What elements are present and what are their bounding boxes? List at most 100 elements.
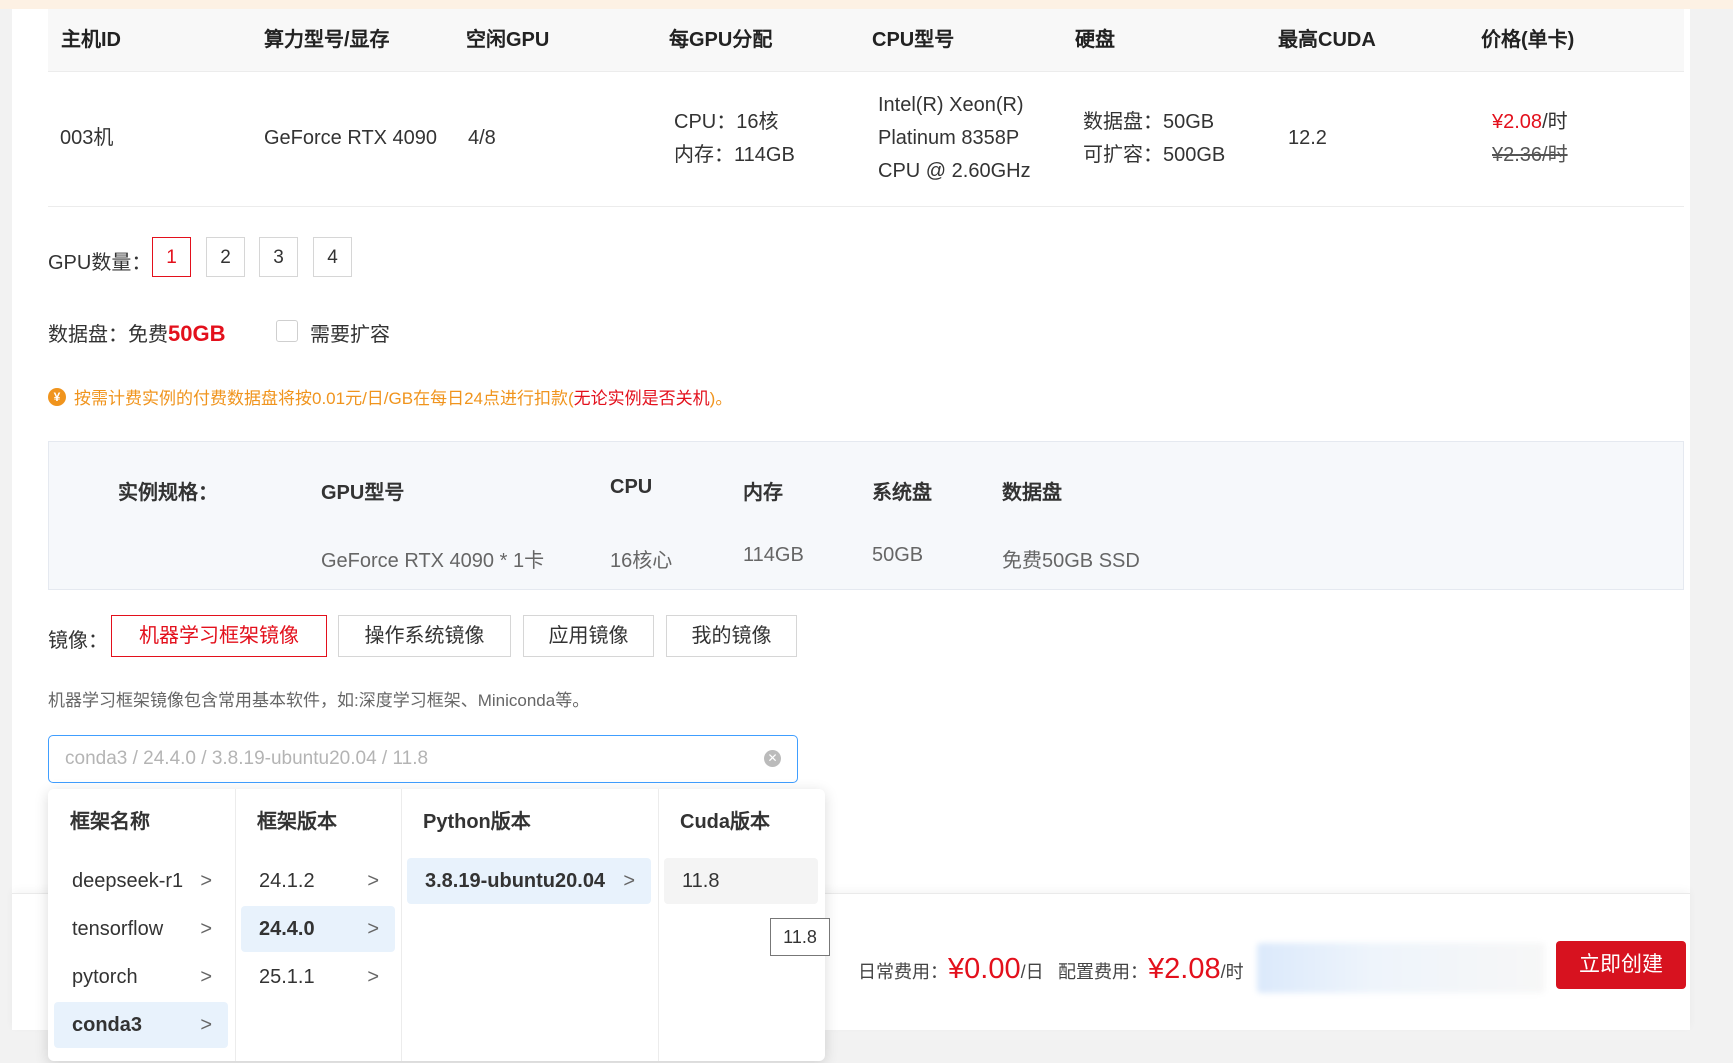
col-header-idle-gpu: 空闲GPU: [466, 29, 550, 51]
create-now-button[interactable]: 立即创建: [1556, 941, 1686, 989]
cpu-model-line1: Intel(R) Xeon(R): [878, 94, 1024, 116]
spec-header-gpu: GPU型号: [321, 482, 405, 504]
alloc-memory: 内存：114GB: [674, 144, 795, 166]
chevron-right-icon: >: [367, 918, 379, 940]
chevron-right-icon: >: [200, 870, 212, 892]
option-label: pytorch: [72, 966, 138, 988]
chevron-right-icon: >: [200, 1014, 212, 1036]
cascader-header-python: Python版本: [423, 811, 531, 833]
config-fee: 配置费用：¥2.08/时: [1058, 953, 1244, 986]
option-label: deepseek-r1: [72, 870, 184, 892]
gpu-count-label: GPU数量：: [48, 252, 152, 274]
config-fee-unit: /时: [1220, 962, 1244, 982]
gpu-count-option-3[interactable]: 3: [259, 237, 298, 277]
option-label: 24.1.2: [259, 870, 315, 892]
instance-spec-panel: 实例规格： GPU型号 CPU 内存 系统盘 数据盘 GeForce RTX 4…: [48, 441, 1684, 590]
expand-disk-label[interactable]: 需要扩容: [310, 318, 390, 347]
daily-fee-value: ¥0.00: [948, 953, 1021, 985]
spec-header-memory: 内存: [743, 482, 783, 504]
chevron-right-icon: >: [367, 870, 379, 892]
cascader-header-version: 框架版本: [257, 811, 337, 833]
spec-value-cpu: 16核心: [610, 550, 673, 572]
blurred-region: [1257, 943, 1545, 993]
price-value: ¥2.08: [1492, 111, 1543, 133]
cpu-model-line3: CPU @ 2.60GHz: [878, 160, 1031, 182]
data-disk-label: 数据盘：免费50GB: [48, 318, 225, 347]
clear-icon[interactable]: ✕: [764, 750, 781, 767]
cascader-option-24-1-2[interactable]: 24.1.2 >: [241, 858, 395, 904]
tab-app-image[interactable]: 应用镜像: [523, 615, 654, 657]
cascader-dropdown: 框架名称 deepseek-r1 > tensorflow > pytorch > c…: [48, 789, 825, 1061]
alloc-cpu: CPU：16核: [674, 111, 779, 133]
chevron-right-icon: >: [367, 966, 379, 988]
chevron-right-icon: >: [200, 966, 212, 988]
cascader-option-conda3[interactable]: conda3 >: [54, 1002, 228, 1048]
gpu-count-option-4[interactable]: 4: [313, 237, 352, 277]
max-cuda: 12.2: [1288, 127, 1327, 149]
cascader-column-framework: 框架名称 deepseek-r1 > tensorflow > pytorch > c…: [48, 789, 236, 1061]
disk-expandable: 可扩容：500GB: [1083, 144, 1226, 166]
image-hint: 机器学习框架镜像包含常用基本软件，如:深度学习框架、Miniconda等。: [48, 691, 590, 710]
cascader-option-24-4-0[interactable]: 24.4.0 >: [241, 906, 395, 952]
idle-gpu: 4/8: [468, 127, 496, 149]
cascader-option-cuda-11-8[interactable]: 11.8: [664, 858, 818, 904]
spec-header-system-disk: 系统盘: [872, 482, 932, 504]
option-label: conda3: [72, 1014, 143, 1036]
price-original: ¥2.36/时: [1492, 144, 1568, 166]
yen-coin-icon: ¥: [48, 387, 66, 406]
tab-ml-framework-image[interactable]: 机器学习框架镜像: [111, 615, 327, 657]
cascader-option-25-1-1[interactable]: 25.1.1 >: [241, 954, 395, 1000]
col-header-price: 价格(单卡): [1481, 29, 1575, 51]
gpu-count-option-1[interactable]: 1: [152, 237, 191, 277]
spec-header-data-disk: 数据盘: [1002, 482, 1062, 504]
host-table-header: 主机ID 算力型号/显存 空闲GPU 每GPU分配 CPU型号 硬盘 最高CUD…: [48, 9, 1684, 72]
cpu-model-line2: Platinum 8358P: [878, 127, 1020, 149]
daily-fee: 日常费用：¥0.00/日: [858, 953, 1044, 986]
option-label: 3.8.19-ubuntu20.04: [425, 870, 606, 892]
col-header-disk: 硬盘: [1075, 29, 1115, 51]
cascader-option-3-8-19-ubuntu20-04[interactable]: 3.8.19-ubuntu20.04 >: [407, 858, 651, 904]
daily-fee-label: 日常费用：: [858, 962, 948, 982]
image-label: 镜像：: [48, 630, 108, 652]
cascader-column-version: 框架版本 24.1.2 > 24.4.0 > 25.1.1 >: [235, 789, 402, 1061]
col-header-host-id: 主机ID: [61, 29, 121, 51]
host-id: 003机: [60, 127, 114, 149]
spec-value-data-disk: 免费50GB SSD: [1002, 550, 1140, 572]
col-header-cpu-model: CPU型号: [872, 29, 955, 51]
disk-data: 数据盘：50GB: [1083, 111, 1215, 133]
notice-tail: )。: [709, 389, 733, 408]
option-label: tensorflow: [72, 918, 164, 940]
price-unit: /时: [1542, 111, 1568, 133]
cascader-option-tensorflow[interactable]: tensorflow >: [54, 906, 228, 952]
cascader-column-python: Python版本 3.8.19-ubuntu20.04 >: [401, 789, 659, 1061]
option-label: 24.4.0: [259, 918, 315, 940]
notice-text: 按需计费实例的付费数据盘将按0.01元/日/GB在每日24点进行扣款(: [74, 389, 574, 408]
price-current: ¥2.08/时: [1492, 106, 1568, 139]
image-cascader-input[interactable]: conda3 / 24.4.0 / 3.8.19-ubuntu20.04 / 1…: [48, 735, 798, 783]
col-header-per-gpu-alloc: 每GPU分配: [669, 29, 773, 51]
cuda-tooltip: 11.8: [770, 918, 830, 956]
cascader-header-framework: 框架名称: [70, 811, 150, 833]
cascader-option-pytorch[interactable]: pytorch >: [54, 954, 228, 1000]
col-header-gpu-model: 算力型号/显存: [264, 29, 390, 51]
config-fee-value: ¥2.08: [1148, 953, 1221, 985]
cascader-option-deepseek-r1[interactable]: deepseek-r1 >: [54, 858, 228, 904]
option-label: 25.1.1: [259, 966, 315, 988]
notice-strong: 无论实例是否关机: [573, 389, 710, 408]
spec-value-gpu: GeForce RTX 4090 * 1卡: [321, 550, 545, 572]
spec-header-cpu: CPU: [610, 476, 653, 498]
daily-fee-unit: /日: [1020, 962, 1044, 982]
data-disk-prefix: 数据盘：免费: [48, 324, 168, 346]
tab-my-image[interactable]: 我的镜像: [666, 615, 797, 657]
col-header-max-cuda: 最高CUDA: [1278, 29, 1376, 51]
billing-notice: ¥ 按需计费实例的付费数据盘将按0.01元/日/GB在每日24点进行扣款(无论实…: [48, 384, 732, 409]
chevron-right-icon: >: [623, 870, 635, 892]
spec-label: 实例规格：: [118, 482, 218, 504]
tab-os-image[interactable]: 操作系统镜像: [338, 615, 511, 657]
gpu-count-option-2[interactable]: 2: [206, 237, 245, 277]
gpu-model: GeForce RTX 4090: [264, 127, 438, 149]
expand-disk-checkbox[interactable]: [276, 320, 298, 342]
table-row[interactable]: 003机 GeForce RTX 4090 4/8 CPU：16核 内存：114…: [48, 71, 1684, 207]
top-strip: [0, 0, 1733, 9]
chevron-right-icon: >: [200, 918, 212, 940]
